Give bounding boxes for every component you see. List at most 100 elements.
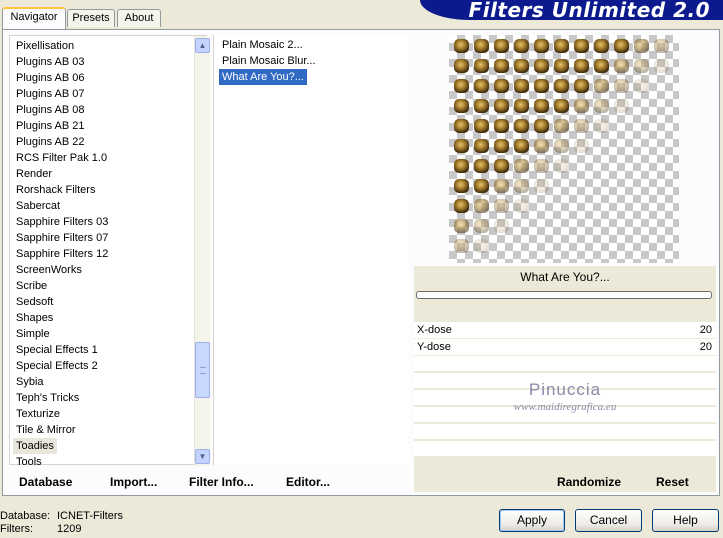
category-item[interactable]: Plugins AB 07 xyxy=(13,86,88,102)
mosaic-tile xyxy=(474,159,489,173)
preview-mosaic-graphic xyxy=(454,39,669,253)
apply-button[interactable]: Apply xyxy=(499,509,565,532)
mosaic-tile xyxy=(474,199,489,213)
mosaic-tile xyxy=(514,39,529,53)
mosaic-tile xyxy=(634,79,649,93)
mosaic-tile xyxy=(534,159,549,173)
category-item[interactable]: Plugins AB 22 xyxy=(13,134,88,150)
category-item[interactable]: Plugins AB 06 xyxy=(13,70,88,86)
category-item[interactable]: Tools xyxy=(13,454,45,470)
mosaic-tile xyxy=(474,219,489,233)
category-item[interactable]: Simple xyxy=(13,326,53,342)
tab-about[interactable]: About xyxy=(117,9,161,27)
randomize-button[interactable]: Randomize xyxy=(557,475,621,489)
filter-item[interactable]: What Are You?... xyxy=(219,69,307,85)
category-item[interactable]: Pixellisation xyxy=(13,38,77,54)
filter-list[interactable]: Plain Mosaic 2... Plain Mosaic Blur... Wha… xyxy=(213,35,409,465)
filter-item[interactable]: Plain Mosaic 2... xyxy=(219,37,306,53)
scroll-down-button[interactable]: ▼ xyxy=(195,449,210,464)
tab-navigator[interactable]: Navigator xyxy=(2,7,66,29)
status-database-value: ICNET-Filters xyxy=(57,510,123,522)
mosaic-tile xyxy=(454,139,469,153)
reset-button[interactable]: Reset xyxy=(656,475,689,489)
mosaic-tile xyxy=(554,79,569,93)
database-label: Database xyxy=(19,475,73,489)
help-button[interactable]: Help xyxy=(652,509,719,532)
category-item[interactable]: Render xyxy=(13,166,55,182)
cancel-button[interactable]: Cancel xyxy=(575,509,642,532)
category-item[interactable]: ScreenWorks xyxy=(13,262,85,278)
category-item[interactable]: Sapphire Filters 03 xyxy=(13,214,111,230)
mosaic-tile xyxy=(554,159,569,173)
mosaic-tile xyxy=(474,99,489,113)
category-item[interactable]: Special Effects 2 xyxy=(13,358,101,374)
mosaic-tile xyxy=(494,59,509,73)
mosaic-tile xyxy=(614,99,629,113)
mosaic-tile xyxy=(614,79,629,93)
mosaic-tile xyxy=(534,59,549,73)
mosaic-tile xyxy=(534,39,549,53)
y-dose-value[interactable]: 20 xyxy=(700,339,712,355)
mosaic-tile xyxy=(454,79,469,93)
mosaic-tile xyxy=(474,139,489,153)
category-item[interactable]: Sapphire Filters 12 xyxy=(13,246,111,262)
mosaic-tile xyxy=(534,179,549,193)
category-list[interactable]: Pixellisation Plugins AB 03 Plugins AB 06 P… xyxy=(9,35,210,468)
category-item[interactable]: Sybia xyxy=(13,374,47,390)
mosaic-tile xyxy=(554,119,569,133)
reset-label: Reset xyxy=(656,475,689,489)
mosaic-tile xyxy=(494,119,509,133)
status-filters-label: Filters: xyxy=(0,523,33,535)
category-item[interactable]: Toadies xyxy=(13,438,57,454)
mosaic-tile xyxy=(494,39,509,53)
mosaic-tile xyxy=(554,99,569,113)
category-item[interactable]: Scribe xyxy=(13,278,50,294)
status-filters-value: 1209 xyxy=(57,523,82,535)
filter-info-button[interactable]: Filter Info... xyxy=(189,475,254,489)
scroll-thumb[interactable] xyxy=(195,342,210,398)
x-dose-value[interactable]: 20 xyxy=(700,322,712,338)
category-item[interactable]: Teph's Tricks xyxy=(13,390,82,406)
parameter-row-empty xyxy=(414,441,716,458)
mosaic-tile xyxy=(494,159,509,173)
category-item[interactable]: Plugins AB 21 xyxy=(13,118,88,134)
scroll-up-button[interactable]: ▲ xyxy=(195,38,210,53)
editor-button[interactable]: Editor... xyxy=(286,475,330,489)
mosaic-tile xyxy=(574,99,589,113)
category-scrollbar[interactable]: ▲ ▼ xyxy=(194,36,210,466)
category-item[interactable]: Sabercat xyxy=(13,198,63,214)
category-item[interactable]: Shapes xyxy=(13,310,56,326)
category-item[interactable]: Tile & Mirror xyxy=(13,422,78,438)
preview-image xyxy=(449,35,679,263)
parameter-row-y-dose[interactable]: Y-dose 20 xyxy=(414,339,716,356)
tab-presets[interactable]: Presets xyxy=(67,9,115,27)
mosaic-tile xyxy=(454,119,469,133)
database-button[interactable]: Database xyxy=(19,475,72,489)
filter-item[interactable]: Plain Mosaic Blur... xyxy=(219,53,319,69)
randomize-label: Randomize xyxy=(557,475,622,489)
mosaic-tile xyxy=(494,219,509,233)
watermark-url: www.maidiregrafica.eu xyxy=(513,401,617,413)
category-item[interactable]: Texturize xyxy=(13,406,63,422)
mosaic-tile xyxy=(474,79,489,93)
mosaic-tile xyxy=(454,239,469,253)
app-title: Filters Unlimited 2.0 xyxy=(468,0,710,20)
mosaic-tile xyxy=(494,79,509,93)
category-item[interactable]: Sedsoft xyxy=(13,294,56,310)
import-button[interactable]: Import... xyxy=(110,475,157,489)
mosaic-tile xyxy=(534,119,549,133)
category-item[interactable]: Plugins AB 08 xyxy=(13,102,88,118)
category-item[interactable]: Rorshack Filters xyxy=(13,182,98,198)
import-label: Import... xyxy=(110,475,158,489)
category-item[interactable]: Plugins AB 03 xyxy=(13,54,88,70)
mosaic-tile xyxy=(574,59,589,73)
mosaic-tile xyxy=(614,59,629,73)
mosaic-tile xyxy=(574,139,589,153)
mosaic-tile xyxy=(454,219,469,233)
category-item[interactable]: Sapphire Filters 07 xyxy=(13,230,111,246)
mosaic-tile xyxy=(574,79,589,93)
mosaic-tile xyxy=(454,39,469,53)
category-item[interactable]: Special Effects 1 xyxy=(13,342,101,358)
category-item[interactable]: RCS Filter Pak 1.0 xyxy=(13,150,110,166)
parameter-row-x-dose[interactable]: X-dose 20 xyxy=(414,322,716,339)
